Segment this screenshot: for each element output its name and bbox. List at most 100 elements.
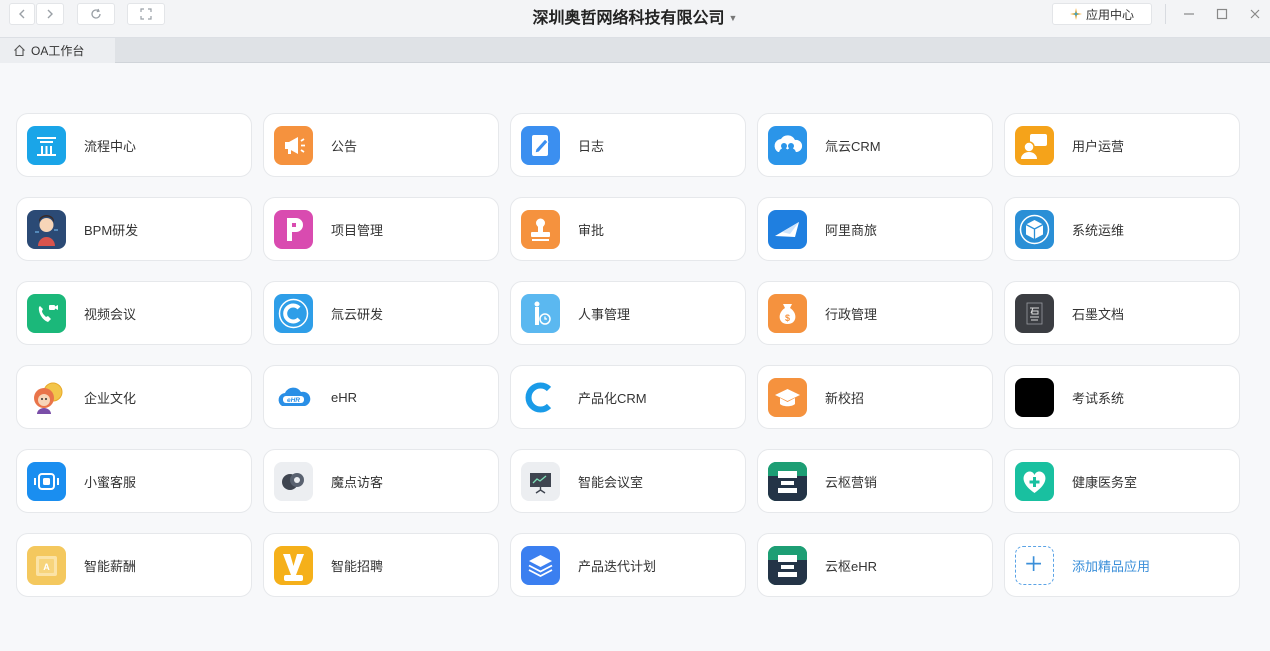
app-label: 系统运维 <box>1072 222 1125 238</box>
back-button[interactable] <box>9 3 35 25</box>
app-card-product-iteration[interactable]: 产品迭代计划 <box>510 533 746 597</box>
app-label: 行政管理 <box>825 306 878 322</box>
app-card-smart-salary[interactable]: A 智能薪酬 <box>16 533 252 597</box>
app-card-chuanyun-crm[interactable]: 氚云CRM <box>757 113 993 177</box>
app-label: 智能会议室 <box>578 474 644 490</box>
app-card-yunshu-ehr[interactable]: 云枢eHR <box>757 533 993 597</box>
app-card-yunshu-marketing[interactable]: 云枢营销 <box>757 449 993 513</box>
person-clock-icon <box>521 293 560 333</box>
app-label: 魔点访客 <box>331 474 384 490</box>
cartoon-icon <box>27 377 66 417</box>
svg-text:$: $ <box>785 313 790 323</box>
ehr-cloud-icon: eHR <box>274 377 313 417</box>
app-card-smart-recruit[interactable]: 智能招聘 <box>263 533 499 597</box>
close-icon <box>1250 9 1260 19</box>
app-card-sys-ops[interactable]: 系统运维 <box>1004 197 1240 261</box>
app-label: 小蜜客服 <box>84 474 137 490</box>
app-card-user-operation[interactable]: 用户运营 <box>1004 113 1240 177</box>
app-card-hr-management[interactable]: 人事管理 <box>510 281 746 345</box>
svg-text:eHR: eHR <box>287 397 300 404</box>
app-card-approval[interactable]: 审批 <box>510 197 746 261</box>
plane-ticket-icon <box>768 209 807 249</box>
app-label: eHR <box>331 389 358 405</box>
app-card-project-management[interactable]: 项目管理 <box>263 197 499 261</box>
app-label: 公告 <box>331 138 358 154</box>
caret-down-icon: ▼ <box>728 13 738 23</box>
add-app-button[interactable]: 添加精品应用 <box>1004 533 1240 597</box>
heart-plus-icon <box>1015 461 1054 501</box>
app-label: 项目管理 <box>331 222 384 238</box>
app-label: 企业文化 <box>84 390 137 406</box>
title-bar: 深圳奥哲网络科技有限公司 ▼ 应用中心 <box>0 0 1270 38</box>
plus-icon <box>1015 545 1054 585</box>
megaphone-icon <box>274 125 313 165</box>
app-label: 考试系统 <box>1072 390 1125 406</box>
app-label: 阿里商旅 <box>825 222 878 238</box>
app-card-flow-center[interactable]: 流程中心 <box>16 113 252 177</box>
c-logo-icon <box>521 377 560 417</box>
user-chat-icon <box>1015 125 1054 165</box>
app-card-modian-visitor[interactable]: 魔点访客 <box>263 449 499 513</box>
video-call-icon <box>27 293 66 333</box>
app-label: 氚云CRM <box>825 138 881 154</box>
refresh-button[interactable] <box>77 3 115 25</box>
app-label: 健康医务室 <box>1072 474 1138 490</box>
app-label: 新校招 <box>825 390 865 406</box>
presentation-icon <box>521 461 560 501</box>
app-card-admin-management[interactable]: $ 行政管理 <box>757 281 993 345</box>
grad-cap-icon <box>768 377 807 417</box>
app-label: 氚云研发 <box>331 306 384 322</box>
app-card-video-meeting[interactable]: 视频会议 <box>16 281 252 345</box>
forward-button[interactable] <box>36 3 64 25</box>
app-label: 云枢eHR <box>825 558 878 574</box>
recruit-v-icon <box>274 545 313 585</box>
tab-oa-workbench[interactable]: OA工作台 <box>0 38 115 63</box>
shimo-icon <box>1015 293 1054 333</box>
app-card-health-room[interactable]: 健康医务室 <box>1004 449 1240 513</box>
app-card-campus-recruit[interactable]: 新校招 <box>757 365 993 429</box>
app-card-ali-travel[interactable]: 阿里商旅 <box>757 197 993 261</box>
app-card-announcement[interactable]: 公告 <box>263 113 499 177</box>
tab-label: OA工作台 <box>31 44 85 58</box>
app-card-corporate-culture[interactable]: 企业文化 <box>16 365 252 429</box>
service-bot-icon <box>27 461 66 501</box>
app-label: 添加精品应用 <box>1072 558 1151 574</box>
svg-text:A: A <box>43 562 50 572</box>
app-label: 智能薪酬 <box>84 558 137 574</box>
avatar-girl-icon <box>27 209 66 249</box>
company-name: 深圳奥哲网络科技有限公司 <box>532 10 725 27</box>
fullscreen-button[interactable] <box>127 3 165 25</box>
app-label: 产品迭代计划 <box>578 558 657 574</box>
app-card-xiaomi-service[interactable]: 小蜜客服 <box>16 449 252 513</box>
tab-bar: OA工作台 <box>0 38 1270 63</box>
blank-icon <box>1015 377 1054 417</box>
minimize-icon <box>1184 13 1194 15</box>
minimize-button[interactable] <box>1181 6 1197 22</box>
app-center-label: 应用中心 <box>1085 7 1134 22</box>
app-card-smart-meeting-room[interactable]: 智能会议室 <box>510 449 746 513</box>
company-switcher[interactable]: 深圳奥哲网络科技有限公司 ▼ <box>533 10 738 27</box>
app-card-shimo-docs[interactable]: 石墨文档 <box>1004 281 1240 345</box>
app-card-exam-system[interactable]: 考试系统 <box>1004 365 1240 429</box>
app-card-journal[interactable]: 日志 <box>510 113 746 177</box>
cloud-people-icon <box>768 125 807 165</box>
app-card-product-crm[interactable]: 产品化CRM <box>510 365 746 429</box>
divider <box>1165 4 1166 24</box>
yunshu-icon <box>768 545 807 585</box>
app-grid: 流程中心 公告 日志 氚云CRM 用户运营 BPM研发 项目管理 审批 阿里商旅… <box>16 113 1240 597</box>
maximize-button[interactable] <box>1214 6 1230 22</box>
app-label: 产品化CRM <box>578 390 647 406</box>
app-label: 人事管理 <box>578 306 631 322</box>
app-center-button[interactable]: 应用中心 <box>1052 3 1152 25</box>
app-card-ehr[interactable]: eHR eHR <box>263 365 499 429</box>
refresh-icon <box>91 8 101 19</box>
close-button[interactable] <box>1247 6 1263 22</box>
app-card-chuanyun-dev[interactable]: 氚云研发 <box>263 281 499 345</box>
yunshu-icon <box>768 461 807 501</box>
app-card-bpm-dev[interactable]: BPM研发 <box>16 197 252 261</box>
visitor-icon <box>274 461 313 501</box>
app-label: 智能招聘 <box>331 558 384 574</box>
letter-p-icon <box>274 209 313 249</box>
money-bag-icon: $ <box>768 293 807 333</box>
app-label: 视频会议 <box>84 306 137 322</box>
